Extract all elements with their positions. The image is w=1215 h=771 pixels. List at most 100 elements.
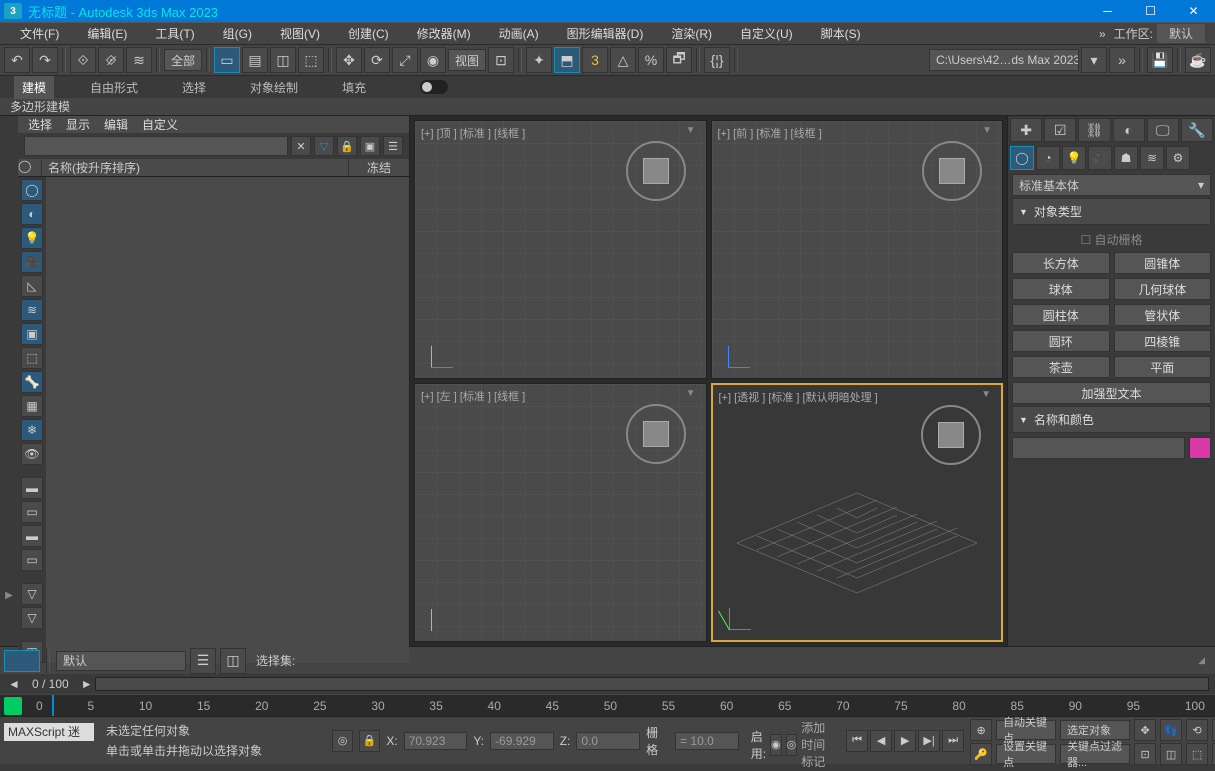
scene-menu-select[interactable]: 选择 xyxy=(28,116,52,133)
pivot-button[interactable]: ⊡ xyxy=(488,47,514,73)
expand-left-icon[interactable]: ▶ xyxy=(0,590,18,606)
cmd-tab-hierarchy[interactable]: ⛓ xyxy=(1078,118,1110,142)
ribbon-tab-freeform[interactable]: 自由形式 xyxy=(82,76,146,99)
layer-manager-icon[interactable]: ☰ xyxy=(190,648,216,674)
ref-mode-icon[interactable]: ▭ xyxy=(21,549,43,571)
mirror-button[interactable]: {¦} xyxy=(704,47,730,73)
next-frame-icon[interactable]: ▶| xyxy=(918,730,940,752)
angle-snap-button[interactable]: 3 xyxy=(582,47,608,73)
prim-geosphere[interactable]: 几何球体 xyxy=(1114,278,1212,300)
filter-container-icon[interactable]: ▦ xyxy=(21,395,43,417)
link-button[interactable]: ⟐ xyxy=(70,47,96,73)
time-track[interactable] xyxy=(95,677,1209,691)
autogrid-checkbox[interactable]: ☐ 自动栅格 xyxy=(1008,227,1215,252)
ribbon-tab-select[interactable]: 选择 xyxy=(174,76,214,99)
viewport-front-label[interactable]: [+] [前 ] [标准 ] [线框 ] xyxy=(718,125,822,141)
nav-walk-icon[interactable]: 👣 xyxy=(1160,719,1182,741)
viewport-layout-button[interactable] xyxy=(4,650,40,672)
object-color-swatch[interactable] xyxy=(1189,437,1211,459)
redo-button[interactable]: ↷ xyxy=(32,47,58,73)
scene-tree-icon[interactable]: ☰ xyxy=(383,136,403,156)
viewcube-top[interactable] xyxy=(626,141,686,201)
menu-modifier[interactable]: 修改器(M) xyxy=(403,23,485,44)
filter-bone-icon[interactable]: 🦴 xyxy=(21,371,43,393)
scene-lock-icon[interactable]: 🔒 xyxy=(337,136,357,156)
prim-plane[interactable]: 平面 xyxy=(1114,356,1212,378)
selection-filter[interactable]: 全部 xyxy=(164,49,202,71)
filter-group-icon[interactable]: ▣ xyxy=(21,323,43,345)
undo-button[interactable]: ↶ xyxy=(4,47,30,73)
path-more-button[interactable]: » xyxy=(1109,47,1135,73)
autokey-button[interactable]: 自动关键点 xyxy=(996,720,1056,740)
create-light-icon[interactable]: 💡 xyxy=(1062,146,1086,170)
project-path[interactable]: C:\Users\42…ds Max 2023 xyxy=(929,49,1079,71)
snap-toggle-button[interactable]: ⬒ xyxy=(554,47,580,73)
minimize-button[interactable]: ─ xyxy=(1086,0,1129,22)
create-spacewarp-icon[interactable]: ≋ xyxy=(1140,146,1164,170)
menu-more-icon[interactable]: » xyxy=(1091,27,1114,41)
menu-edit[interactable]: 编辑(E) xyxy=(73,23,141,44)
coord-y[interactable]: -69.929 xyxy=(490,732,554,750)
filter-hidden-icon[interactable]: 👁 xyxy=(21,443,43,465)
select-window-button[interactable]: ⬚ xyxy=(298,47,324,73)
expand-all-icon[interactable]: ▽ xyxy=(21,607,43,629)
prim-torus[interactable]: 圆环 xyxy=(1012,330,1110,352)
menu-custom[interactable]: 自定义(U) xyxy=(726,23,807,44)
close-button[interactable]: ✕ xyxy=(1172,0,1215,22)
render-button[interactable]: ☕ xyxy=(1185,47,1211,73)
create-geometry-icon[interactable]: ◯ xyxy=(1010,146,1034,170)
bind-spacewarp-button[interactable]: ≋ xyxy=(126,47,152,73)
viewport-perspective[interactable]: [+] [透视 ] [标准 ] [默认明暗处理 ] ▼ xyxy=(711,383,1004,642)
layer-isolate-icon[interactable]: ◫ xyxy=(220,648,246,674)
nav-pan-icon[interactable]: ✥ xyxy=(1134,719,1156,741)
prim-tube[interactable]: 管状体 xyxy=(1114,304,1212,326)
select-object-button[interactable]: ▭ xyxy=(214,47,240,73)
viewport-front[interactable]: [+] [前 ] [标准 ] [线框 ] ▼ xyxy=(711,120,1004,379)
prim-cylinder[interactable]: 圆柱体 xyxy=(1012,304,1110,326)
nav-orbit-icon[interactable]: ⟲ xyxy=(1186,719,1208,741)
path-dropdown-button[interactable]: ▾ xyxy=(1081,47,1107,73)
create-category-dropdown[interactable]: 标准基本体▾ xyxy=(1012,174,1211,196)
object-name-input[interactable] xyxy=(1012,437,1185,459)
filter-shape-icon[interactable]: ◐ xyxy=(21,203,43,225)
unlink-button[interactable]: ⟐̷ xyxy=(98,47,124,73)
menu-group[interactable]: 组(G) xyxy=(209,23,266,44)
select-rect-button[interactable]: ◫ xyxy=(270,47,296,73)
coord-x[interactable]: 70.923 xyxy=(404,732,468,750)
key-filter-button[interactable]: 关键点过滤器... xyxy=(1060,744,1130,764)
menu-file[interactable]: 文件(F) xyxy=(6,23,73,44)
prim-sphere[interactable]: 球体 xyxy=(1012,278,1110,300)
menu-script[interactable]: 脚本(S) xyxy=(807,23,875,44)
scene-col-name[interactable]: 名称(按升序排序) xyxy=(42,159,349,176)
spinner-snap-button[interactable]: % xyxy=(638,47,664,73)
viewport-top[interactable]: [+] [顶 ] [标准 ] [线框 ] ▼ xyxy=(414,120,707,379)
filter-camera-icon[interactable]: 🎥 xyxy=(21,251,43,273)
setkey-button[interactable]: 设置关键点 xyxy=(996,744,1056,764)
create-helper-icon[interactable]: ☗ xyxy=(1114,146,1138,170)
nav-fov-icon[interactable]: ◫ xyxy=(1160,743,1182,765)
maxscript-listener[interactable]: MAXScript 迷 xyxy=(4,723,94,741)
edit-named-sel-button[interactable]: 🗗 xyxy=(666,47,692,73)
viewport-front-shade-icon[interactable]: ▼ xyxy=(982,125,992,136)
play-icon[interactable]: ▶ xyxy=(894,730,916,752)
key-target-dropdown[interactable]: 选定对象 xyxy=(1060,720,1130,740)
menu-tools[interactable]: 工具(T) xyxy=(141,23,208,44)
layer-dropdown[interactable]: 默认 xyxy=(56,651,186,671)
prim-textplus[interactable]: 加强型文本 xyxy=(1012,382,1211,404)
percent-snap-button[interactable]: △ xyxy=(610,47,636,73)
isolate-sel-icon[interactable]: ◎ xyxy=(332,730,353,752)
select-scale-button[interactable]: ⤢ xyxy=(392,47,418,73)
ribbon-tab-model[interactable]: 建模 xyxy=(14,76,54,99)
sel-lock-icon[interactable]: 🔒 xyxy=(359,730,380,752)
create-camera-icon[interactable]: 🎥 xyxy=(1088,146,1112,170)
time-prev-icon[interactable]: ◄ xyxy=(6,677,22,691)
filter-xref-icon[interactable]: ⬚ xyxy=(21,347,43,369)
ref-coord-dropdown[interactable]: 视图 xyxy=(448,49,486,71)
key-mode-icon[interactable]: ⊕ xyxy=(970,719,992,741)
ribbon-subpanel[interactable]: 多边形建模 xyxy=(0,98,1215,116)
coord-z[interactable]: 0.0 xyxy=(576,732,640,750)
viewport-left-label[interactable]: [+] [左 ] [标准 ] [线框 ] xyxy=(421,388,525,404)
save-scene-button[interactable]: 💾 xyxy=(1147,47,1173,73)
scene-menu-edit[interactable]: 编辑 xyxy=(104,116,128,133)
filter-spacewarp-icon[interactable]: ≋ xyxy=(21,299,43,321)
